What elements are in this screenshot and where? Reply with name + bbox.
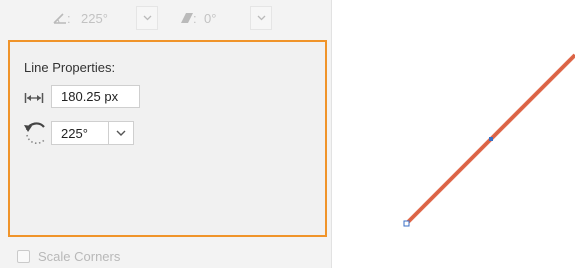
line-midpoint-handle[interactable]	[489, 137, 493, 141]
line-start-handle[interactable]	[403, 220, 410, 227]
canvas	[403, 53, 575, 227]
